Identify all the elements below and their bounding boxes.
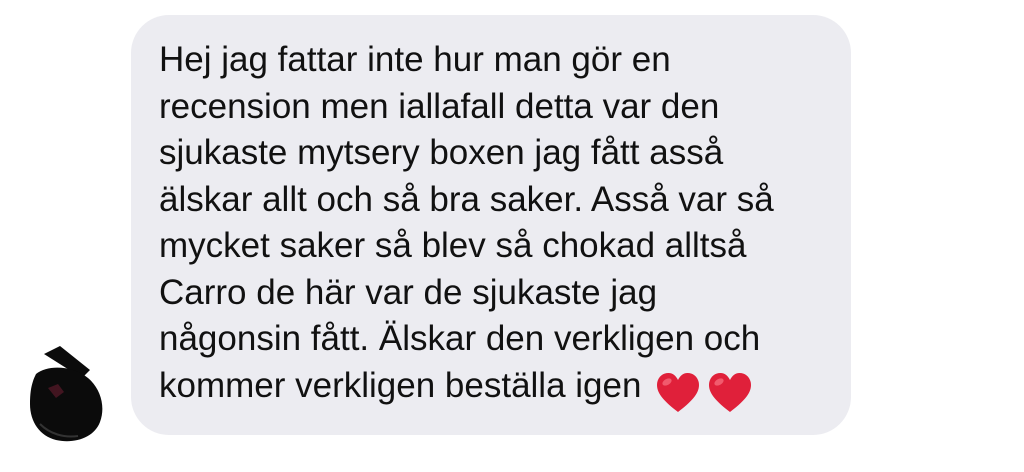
heart-icon xyxy=(709,373,752,413)
avatar[interactable] xyxy=(30,344,106,448)
emoji-group xyxy=(655,369,759,416)
avatar-icon xyxy=(30,346,103,442)
message-bubble[interactable]: Hej jag fattar inte hur man gör en recen… xyxy=(131,15,851,435)
message-text: Hej jag fattar inte hur man gör en recen… xyxy=(159,40,774,405)
chat-screen: Hej jag fattar inte hur man gör en recen… xyxy=(0,0,1024,472)
heart-icon xyxy=(657,373,700,413)
